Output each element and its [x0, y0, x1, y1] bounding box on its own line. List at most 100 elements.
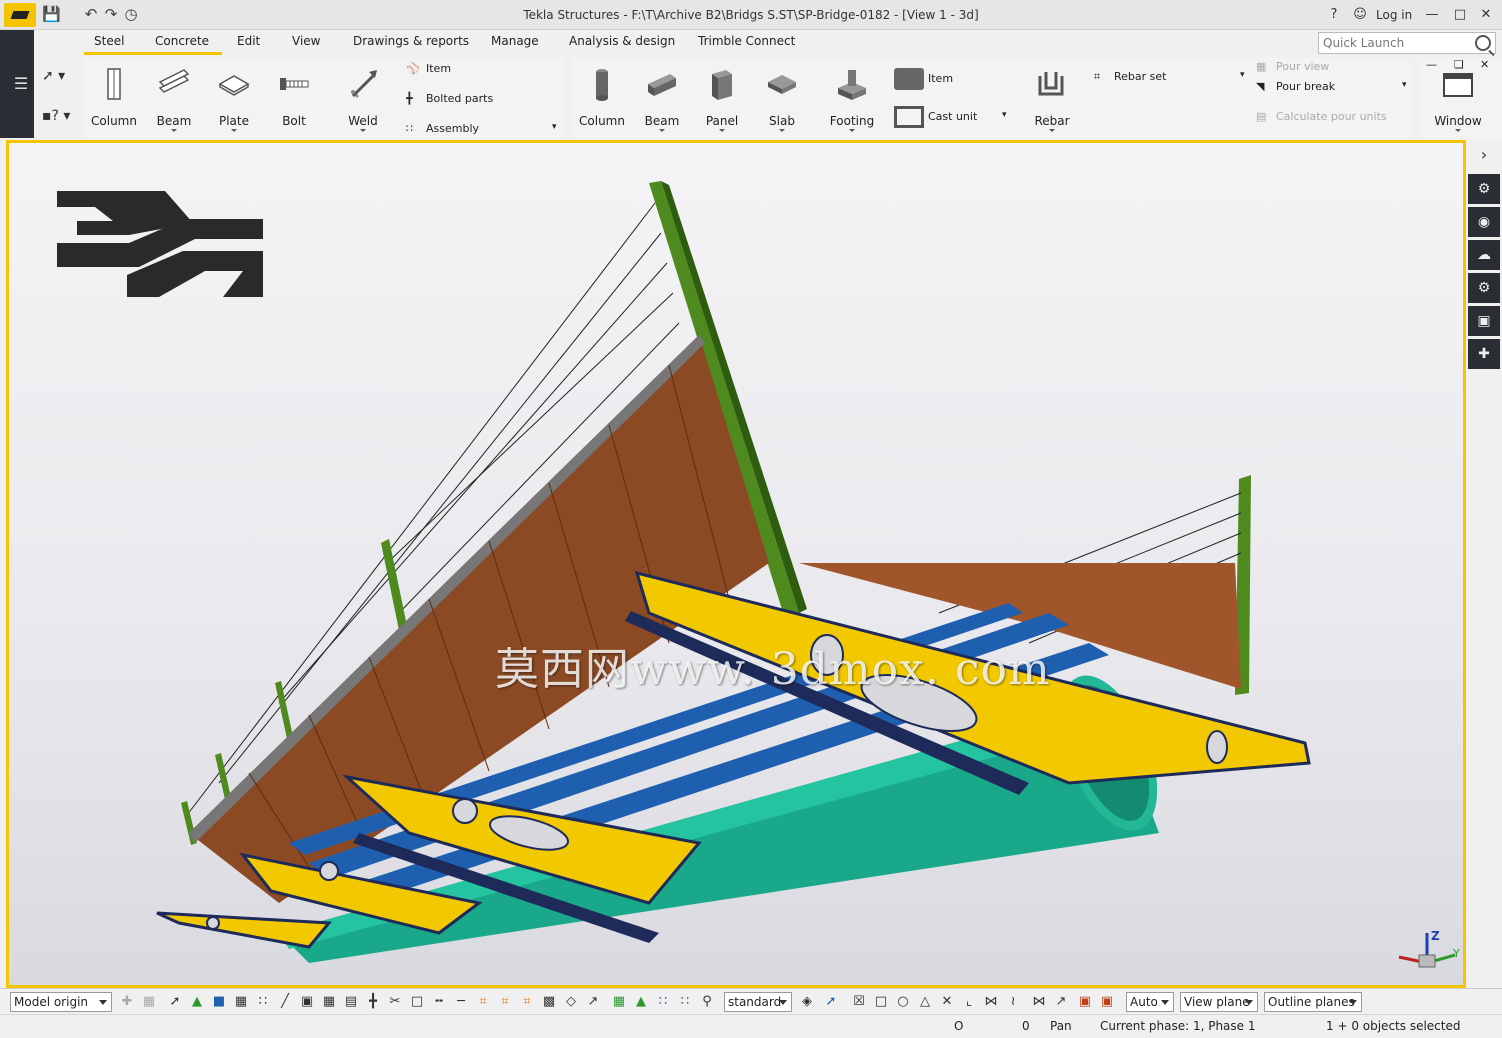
tab-view[interactable]: View — [292, 34, 320, 48]
snap-any-position-icon[interactable]: ≀ — [1004, 993, 1022, 1011]
snap-geometry-lines-icon[interactable]: □ — [872, 993, 890, 1011]
calculate-pour-units-button[interactable]: ▤ Calculate pour units — [1256, 110, 1387, 124]
cast-unit-button[interactable]: Cast unit — [894, 106, 977, 128]
select-filter-icon[interactable]: ⚲ — [698, 993, 716, 1011]
work-plane-dropdown[interactable]: View plane — [1180, 992, 1258, 1012]
select-surface-treatment-icon[interactable]: ▩ — [540, 993, 558, 1011]
add-origin-icon[interactable]: ✚ — [118, 993, 136, 1011]
select-assembly-icon[interactable]: ▦ — [610, 993, 628, 1011]
tab-manage[interactable]: Manage — [491, 34, 539, 48]
planes-mode-dropdown[interactable]: Outline planes — [1264, 992, 1362, 1012]
rebar-set-dropdown-icon[interactable]: ▾ — [1240, 70, 1245, 80]
select-nested-icon[interactable]: ∷ — [654, 993, 672, 1011]
origin-settings-icon[interactable]: ▦ — [140, 993, 158, 1011]
footing-button[interactable]: Footing — [824, 66, 880, 132]
snap-center-icon[interactable]: ○ — [894, 993, 912, 1011]
select-rebar-set-icon[interactable]: ⌗ — [496, 993, 514, 1011]
select-bolts-icon[interactable]: ╍ — [430, 993, 448, 1011]
bolt-button[interactable]: Bolt — [266, 66, 322, 128]
pour-dropdown-icon[interactable]: ▾ — [1402, 80, 1407, 90]
panel-button[interactable]: Panel — [694, 66, 750, 132]
rebar-button[interactable]: Rebar — [1024, 66, 1080, 132]
pour-break-button[interactable]: ◥ Pour break — [1256, 80, 1335, 94]
tab-analysis-design[interactable]: Analysis & design — [569, 34, 675, 48]
weld-button[interactable]: Weld — [335, 66, 391, 132]
expand-side-pane-icon[interactable]: › — [1468, 140, 1500, 170]
snap-midpoint-icon[interactable]: △ — [916, 993, 934, 1011]
select-single-bolts-icon[interactable]: ─ — [452, 993, 470, 1011]
select-views-icon[interactable]: □ — [408, 993, 426, 1011]
select-component-objects-icon[interactable]: ∷ — [676, 993, 694, 1011]
select-parts-icon[interactable]: ▲ — [188, 993, 206, 1011]
concrete-beam-button[interactable]: Beam — [634, 66, 690, 132]
tab-edit[interactable]: Edit — [237, 34, 260, 48]
snap-reference-lines-icon[interactable]: ☒ — [850, 993, 868, 1011]
steel-column-button[interactable]: Column — [86, 66, 142, 128]
model-origin-dropdown[interactable]: Model origin — [10, 992, 112, 1012]
concrete-group-expand-icon[interactable]: ▾ — [1002, 110, 1007, 120]
globe-icon[interactable]: ◉ — [1468, 207, 1500, 237]
window-button[interactable]: Window — [1430, 66, 1486, 132]
settings-icon[interactable]: ⚙ — [1468, 273, 1500, 303]
cloud-icon[interactable]: ☁ — [1468, 240, 1500, 270]
quick-launch-input[interactable] — [1319, 33, 1469, 53]
snap-line-extension-icon[interactable]: ↗ — [1052, 993, 1070, 1011]
maximize-button[interactable]: □ — [1450, 5, 1470, 25]
snap-free-icon[interactable]: ▣ — [1098, 993, 1116, 1011]
tab-trimble-connect[interactable]: Trimble Connect — [698, 34, 795, 48]
steel-plate-button[interactable]: Plate — [206, 66, 262, 132]
bolted-parts-button[interactable]: ╋ Bolted parts — [406, 92, 493, 106]
select-all-icon[interactable]: ➚ — [166, 993, 184, 1011]
quick-launch-box[interactable] — [1318, 32, 1496, 54]
snap-depth-dropdown[interactable]: Auto — [1126, 992, 1174, 1012]
steel-item-button[interactable]: ⚾ Item — [406, 62, 451, 76]
select-cut-icon[interactable]: ✂ — [386, 993, 404, 1011]
select-arrow-icon[interactable]: ➚ ▾ — [42, 68, 72, 88]
help-icon[interactable]: ? — [1324, 5, 1344, 25]
select-surface-icon[interactable]: ■ — [210, 993, 228, 1011]
snap-extension-icon[interactable]: ⋈ — [982, 993, 1000, 1011]
user-icon[interactable]: ☺ — [1350, 5, 1370, 25]
snap-override-icon[interactable]: ➚ — [822, 993, 840, 1011]
select-points-icon[interactable]: ∷ — [254, 993, 272, 1011]
snap-tool-icon[interactable]: ▪? ▾ — [42, 108, 72, 128]
select-distance-icon[interactable]: ↗ — [584, 993, 602, 1011]
login-button[interactable]: Log in — [1376, 8, 1412, 22]
slab-button[interactable]: Slab — [754, 66, 810, 132]
properties-icon[interactable]: ⚙ — [1468, 174, 1500, 204]
snap-box-icon[interactable]: ▣ — [1076, 993, 1094, 1011]
steel-beam-button[interactable]: Beam — [146, 66, 202, 132]
applications-icon[interactable]: ✚ — [1468, 339, 1500, 369]
select-object-icon[interactable]: ▲ — [632, 993, 650, 1011]
select-grid-lines-icon[interactable]: ▦ — [320, 993, 338, 1011]
search-icon[interactable] — [1475, 35, 1491, 51]
concrete-item-button[interactable]: Item — [894, 68, 953, 90]
snap-grid-icon[interactable]: ◈ — [798, 993, 816, 1011]
rebar-set-button[interactable]: ⌗ Rebar set — [1094, 70, 1166, 84]
tab-drawings-reports[interactable]: Drawings & reports — [353, 34, 469, 48]
assembly-button[interactable]: ∷ Assembly — [406, 122, 479, 136]
select-rebar-splice-icon[interactable]: ⌗ — [518, 993, 536, 1011]
snap-perpendicular-icon[interactable]: ⌞ — [960, 993, 978, 1011]
concrete-column-button[interactable]: Column — [574, 66, 630, 128]
steel-group-expand-icon[interactable]: ▾ — [552, 122, 557, 132]
select-reinforcement-icon[interactable]: ⌗ — [474, 993, 492, 1011]
select-welds-icon[interactable]: ▤ — [342, 993, 360, 1011]
select-components-icon[interactable]: ▣ — [298, 993, 316, 1011]
selection-filter-dropdown[interactable]: standard — [724, 992, 792, 1012]
model-view-3d[interactable]: 莫西网www. 3dmox. com Z Y — [6, 140, 1466, 988]
snap-intersection-icon[interactable]: ✕ — [938, 993, 956, 1011]
tab-concrete[interactable]: Concrete — [155, 34, 209, 48]
pour-view-button[interactable]: ▦ Pour view — [1256, 60, 1329, 74]
select-grid-icon[interactable]: ▦ — [232, 993, 250, 1011]
status-current-phase[interactable]: Current phase: 1, Phase 1 — [1100, 1019, 1256, 1033]
tab-steel[interactable]: Steel — [94, 34, 124, 48]
select-pour-icon[interactable]: ◇ — [562, 993, 580, 1011]
cube-icon[interactable]: ▣ — [1468, 306, 1500, 336]
menu-icon[interactable]: ☰ — [8, 30, 34, 138]
select-lines-icon[interactable]: ╱ — [276, 993, 294, 1011]
select-cuts-icon[interactable]: ╋ — [364, 993, 382, 1011]
close-button[interactable]: ✕ — [1476, 5, 1496, 25]
snap-nearest-icon[interactable]: ⋈ — [1030, 993, 1048, 1011]
minimize-button[interactable]: — — [1422, 5, 1442, 25]
